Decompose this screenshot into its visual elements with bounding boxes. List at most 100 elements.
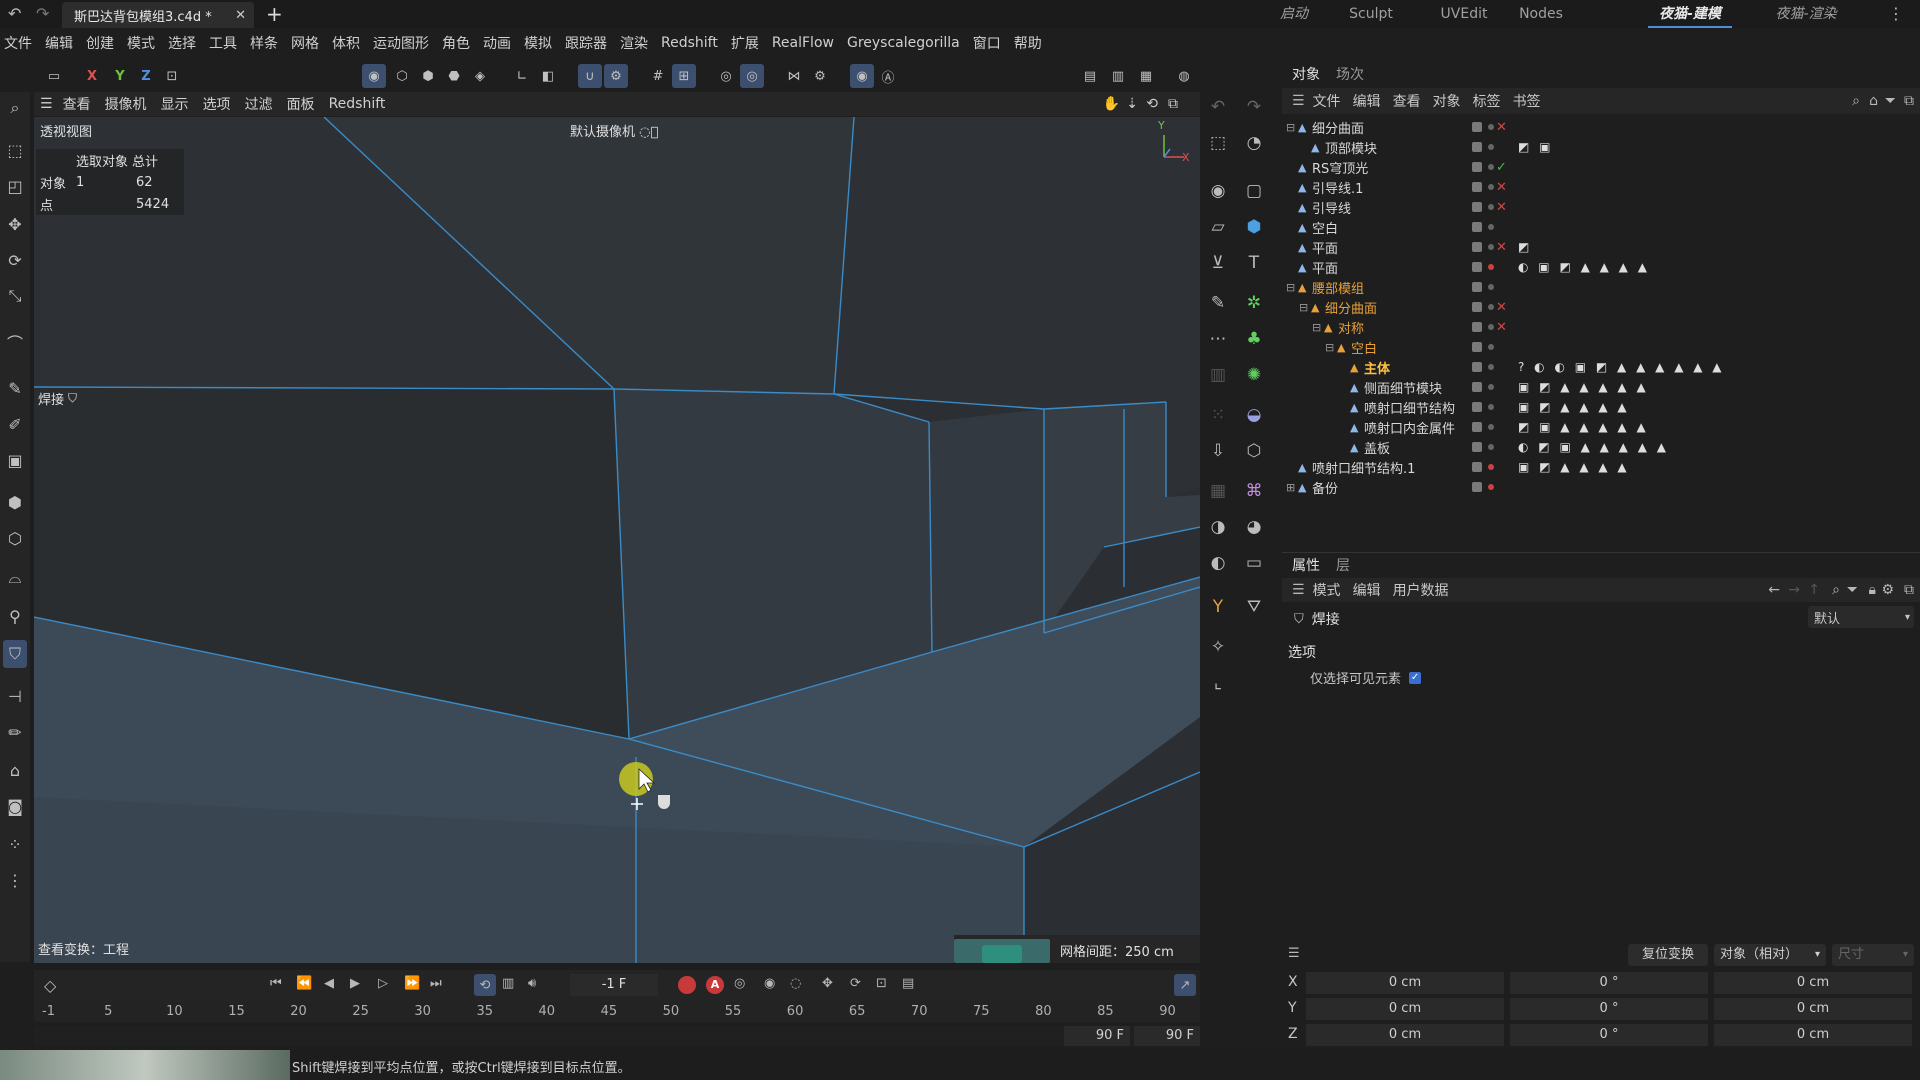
scene-end-field[interactable]: 90 F (1134, 1026, 1200, 1046)
menu-item[interactable]: 网格 (291, 33, 319, 53)
layer-color-swatch[interactable] (1472, 322, 1482, 332)
pan-icon[interactable]: ✋ (1103, 96, 1120, 112)
attr-menu-edit[interactable]: 编辑 (1353, 580, 1381, 600)
previous-frame-icon[interactable]: ◀ (324, 976, 334, 991)
visibility-dot[interactable] (1488, 184, 1494, 190)
object-row[interactable]: ▲ 平面 ✕ ◩ (1282, 237, 1920, 257)
hamburger-icon[interactable]: ☰ (40, 96, 53, 112)
visibility-dot[interactable] (1488, 384, 1494, 390)
menu-item[interactable]: Redshift (661, 35, 718, 51)
object-row[interactable]: ▲ 喷射口细节结构.1 ▣ ◩ ▲ ▲ ▲ ▲ (1282, 457, 1920, 477)
null-icon[interactable]: ⋯ (1204, 324, 1232, 354)
object-tags[interactable]: ◩ (1518, 240, 1532, 254)
object-row[interactable]: ⊟ ▲ 细分曲面 ✕ (1282, 117, 1920, 137)
viewport-menu-item[interactable]: 过滤 (245, 94, 273, 114)
layer-color-swatch[interactable] (1472, 362, 1482, 372)
timeline-range[interactable]: 90 F 90 F (34, 1026, 1200, 1046)
redshift-render-icon[interactable]: ◍ (1172, 64, 1196, 88)
object-tags[interactable]: ◐ ▣ ◩ ▲ ▲ ▲ ▲ (1518, 260, 1650, 274)
camera-icon[interactable]: ◉ (1204, 176, 1232, 206)
box-selection-icon[interactable]: ◰ (3, 172, 27, 200)
object-menu-item[interactable]: 编辑 (1353, 91, 1381, 111)
object-name[interactable]: RS穹顶光 (1312, 158, 1368, 177)
object-tags[interactable]: ? ◐ ◐ ▣ ◩ ▲ ▲ ▲ ▲ ▲ ▲ (1518, 360, 1725, 374)
undo-view-icon[interactable]: ↶ (1204, 92, 1232, 122)
object-row[interactable]: ▲ 顶部模块 ◩ ▣ (1282, 137, 1920, 157)
object-name[interactable]: 对称 (1338, 318, 1364, 337)
auto-key-icon[interactable]: Ⓐ (876, 64, 900, 88)
object-row[interactable]: ▲ 盖板 ◐ ◩ ▣ ▲ ▲ ▲ ▲ ▲ (1282, 437, 1920, 457)
go-to-start-icon[interactable]: ⏮ (270, 976, 282, 991)
menu-item[interactable]: 文件 (4, 33, 32, 53)
preset-select[interactable]: 默认 ▾ (1808, 606, 1914, 628)
cube-outline-icon[interactable]: ⬡ (1240, 436, 1268, 466)
object-name[interactable]: 喷射口细节结构 (1364, 398, 1455, 417)
object-row[interactable]: ⊟ ▲ 细分曲面 ✕ (1282, 297, 1920, 317)
object-row[interactable]: ⊟ ▲ 空白 (1282, 337, 1920, 357)
visibility-dot[interactable] (1488, 244, 1494, 250)
object-row[interactable]: ▲ 平面 ◐ ▣ ◩ ▲ ▲ ▲ ▲ (1282, 257, 1920, 277)
object-row[interactable]: ▲ 引导线.1 ✕ (1282, 177, 1920, 197)
object-row[interactable]: ▲ 空白 (1282, 217, 1920, 237)
object-tags[interactable]: ▣ ◩ ▲ ▲ ▲ ▲ ▲ (1518, 380, 1649, 394)
object-name[interactable]: 空白 (1351, 338, 1377, 357)
object-tags[interactable]: ◩ ▣ (1518, 140, 1554, 154)
text-icon[interactable]: T (1240, 248, 1268, 278)
object-name[interactable]: 盖板 (1364, 438, 1390, 457)
magnet-icon[interactable]: ◙ (3, 792, 27, 820)
layer-color-swatch[interactable] (1472, 162, 1482, 172)
axis-z-toggle[interactable]: Z (134, 64, 158, 88)
coord-size-field[interactable]: 0 cm (1714, 1024, 1912, 1046)
search-icon[interactable]: ⌕ (3, 94, 27, 122)
visibility-dot[interactable] (1488, 224, 1494, 230)
menu-item[interactable]: 跟踪器 (565, 33, 607, 53)
keyframe-icon[interactable]: ◇ (44, 976, 56, 995)
coord-pos-field[interactable]: 0 cm (1306, 1024, 1504, 1046)
visibility-dot[interactable] (1488, 304, 1494, 310)
menu-item[interactable]: RealFlow (772, 35, 834, 51)
visibility-dot[interactable] (1488, 284, 1494, 290)
soft-selection-icon[interactable]: ◎ (714, 64, 738, 88)
move-key-icon[interactable]: ✥ (822, 976, 833, 991)
move-icon[interactable]: ✥ (3, 210, 27, 238)
scale-icon[interactable]: ⤡ (3, 282, 27, 310)
keyframe-selection-icon[interactable]: ◎ (734, 976, 745, 991)
home-icon[interactable]: ⌂ (1869, 93, 1878, 109)
lock-icon[interactable]: 🔒︎ (1869, 582, 1876, 598)
layer-color-swatch[interactable] (1472, 342, 1482, 352)
play-icon[interactable]: ▶ (350, 976, 360, 991)
range-end-field[interactable]: 90 F (1064, 1026, 1130, 1046)
filter-icon[interactable]: ⏷ (1885, 93, 1896, 109)
menu-item[interactable]: 动画 (483, 33, 511, 53)
rotate-key-icon[interactable]: ⟳ (850, 976, 861, 991)
object-tags[interactable]: ◐ ◩ ▣ ▲ ▲ ▲ ▲ ▲ (1518, 440, 1669, 454)
viewport-menu-item[interactable]: 摄像机 (105, 94, 147, 114)
expand-toggle-icon[interactable]: ⊞ (1286, 481, 1295, 494)
layer-color-swatch[interactable] (1472, 222, 1482, 232)
grid-view-icon[interactable]: ⁙ (1204, 400, 1232, 430)
axis-mode-icon[interactable]: ∟ (510, 64, 534, 88)
paint-icon[interactable]: ✏ (3, 718, 27, 746)
document-tab[interactable]: 斯巴达背包模组3.c4d * ✕ (62, 2, 254, 28)
viewport-menu-item[interactable]: Redshift (329, 96, 386, 112)
position-key-icon[interactable]: ◉ (764, 976, 775, 991)
menu-item[interactable]: 编辑 (45, 33, 73, 53)
object-menu-item[interactable]: 对象 (1433, 91, 1461, 111)
object-name[interactable]: 引导线 (1312, 198, 1351, 217)
generator-icon[interactable]: ✲ (1240, 288, 1268, 318)
rect-icon[interactable]: ▢ (1240, 176, 1268, 206)
layer-color-swatch[interactable] (1472, 402, 1482, 412)
primitive-cube-icon[interactable]: ⬢ (1240, 212, 1268, 242)
more-icon[interactable]: ⋮ (1888, 4, 1904, 23)
filter-icon[interactable]: ⏷ (1847, 582, 1858, 598)
tweak-mode-icon[interactable]: ◧ (536, 64, 560, 88)
layers-icon[interactable]: ▦ (1204, 476, 1232, 506)
hamburger-icon[interactable]: ☰ (1292, 582, 1305, 598)
object-row[interactable]: ▲ 侧面细节模块 ▣ ◩ ▲ ▲ ▲ ▲ ▲ (1282, 377, 1920, 397)
menu-item[interactable]: 扩展 (731, 33, 759, 53)
layer-color-swatch[interactable] (1472, 182, 1482, 192)
disabled-x-icon[interactable]: ✕ (1496, 200, 1507, 215)
axis-tool-icon[interactable]: ⌞ (1204, 668, 1232, 698)
enabled-check-icon[interactable]: ✓ (1496, 160, 1507, 175)
up-icon[interactable]: ↑ (1808, 582, 1820, 598)
